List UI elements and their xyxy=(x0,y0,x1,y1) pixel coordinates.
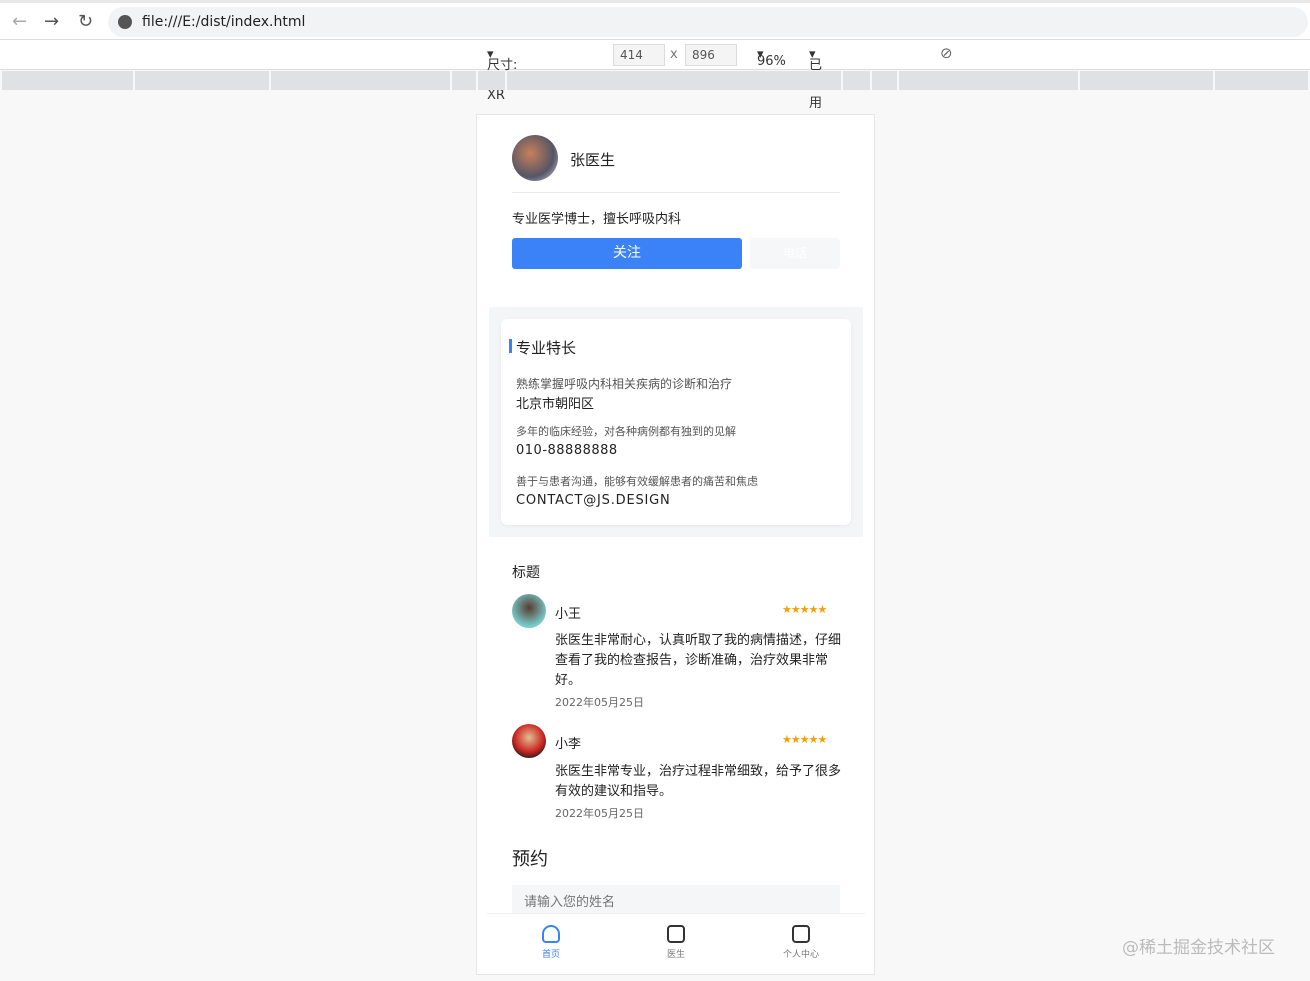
width-input[interactable]: 414 xyxy=(613,44,665,66)
secondary-button[interactable]: 电话 xyxy=(750,238,840,269)
specialty-desc: 熟练掌握呼吸内科相关疾病的诊断和治疗 xyxy=(516,377,733,391)
address-bar[interactable]: file:///E:/dist/index.html xyxy=(108,7,1308,37)
address-value: 北京市朝阳区 xyxy=(516,397,595,412)
zoom-label: 96% xyxy=(757,54,786,69)
globe-icon xyxy=(118,15,132,29)
specialty-title: 专业特长 xyxy=(516,339,577,357)
device-select[interactable]: 尺寸: iPhone XR ▾ xyxy=(487,47,531,103)
star-rating: ★★★★★ xyxy=(782,733,827,746)
reviewer-avatar xyxy=(512,724,546,758)
tab-label: 首页 xyxy=(541,950,560,960)
email-value: CONTACT@JS.DESIGN xyxy=(516,493,671,508)
tab-profile[interactable]: 个人中心 xyxy=(761,923,841,960)
review-date: 2022年05月25日 xyxy=(555,807,644,820)
reviews-title: 标题 xyxy=(512,565,540,581)
height-input[interactable]: 896 xyxy=(685,44,737,66)
review-text: 张医生非常专业，治疗过程非常细致，给予了很多有效的建议和指导。 xyxy=(555,764,842,799)
browser-toolbar: ← → ↻ file:///E:/dist/index.html xyxy=(0,0,1310,40)
throttle-select[interactable]: 已停用节流模式 ▾ xyxy=(809,47,822,187)
tab-label: 个人中心 xyxy=(782,950,819,960)
mobile-viewport: 张医生 专业医学博士，擅长呼吸内科 关注 电话 专业特长 熟练掌握呼吸内科相关疾… xyxy=(476,114,875,975)
device-toolbar: 尺寸: iPhone XR ▾ 414 x 896 96% ▾ 已停用节流模式 … xyxy=(0,40,1310,187)
media-query-bar[interactable] xyxy=(2,71,1310,90)
doctor-avatar xyxy=(512,135,558,181)
phone-value: 010-88888888 xyxy=(516,443,618,458)
back-icon[interactable]: ← xyxy=(12,11,27,32)
cup-icon xyxy=(667,925,685,943)
reviewer-name: 小王 xyxy=(555,607,582,622)
url-text: file:///E:/dist/index.html xyxy=(142,14,306,30)
doctor-name: 张医生 xyxy=(570,151,616,169)
forward-icon[interactable]: → xyxy=(44,11,59,32)
review-date: 2022年05月25日 xyxy=(555,696,644,709)
reviewer-avatar xyxy=(512,594,546,628)
specialty-desc: 多年的临床经验，对各种病例都有独到的见解 xyxy=(516,425,736,438)
user-icon xyxy=(542,925,560,943)
reviewer-name: 小李 xyxy=(555,737,582,752)
star-rating: ★★★★★ xyxy=(782,603,827,616)
folder-icon xyxy=(792,925,810,943)
accent-bar xyxy=(509,339,512,353)
watermark: @稀土掘金技术社区 xyxy=(1122,938,1275,958)
tab-label: 医生 xyxy=(666,950,685,960)
zoom-select[interactable]: 96% ▾ xyxy=(757,47,786,69)
rotate-icon[interactable]: ⊘ xyxy=(940,44,953,62)
review-text: 张医生非常耐心，认真听取了我的病情描述，仔细查看了我的检查报告，诊断准确，治疗效… xyxy=(555,633,842,688)
booking-title: 预约 xyxy=(512,849,548,870)
divider xyxy=(512,192,840,193)
reload-icon[interactable]: ↻ xyxy=(78,11,93,32)
tab-doctor[interactable]: 医生 xyxy=(636,923,716,960)
specialty-section: 专业特长 熟练掌握呼吸内科相关疾病的诊断和治疗 北京市朝阳区 多年的临床经验，对… xyxy=(489,307,863,537)
specialty-desc: 善于与患者沟通，能够有效缓解患者的痛苦和焦虑 xyxy=(516,475,758,488)
tab-home[interactable]: 首页 xyxy=(511,923,591,960)
times-label: x xyxy=(670,47,678,62)
doctor-intro: 专业医学博士，擅长呼吸内科 xyxy=(512,212,682,227)
follow-button[interactable]: 关注 xyxy=(512,238,742,269)
